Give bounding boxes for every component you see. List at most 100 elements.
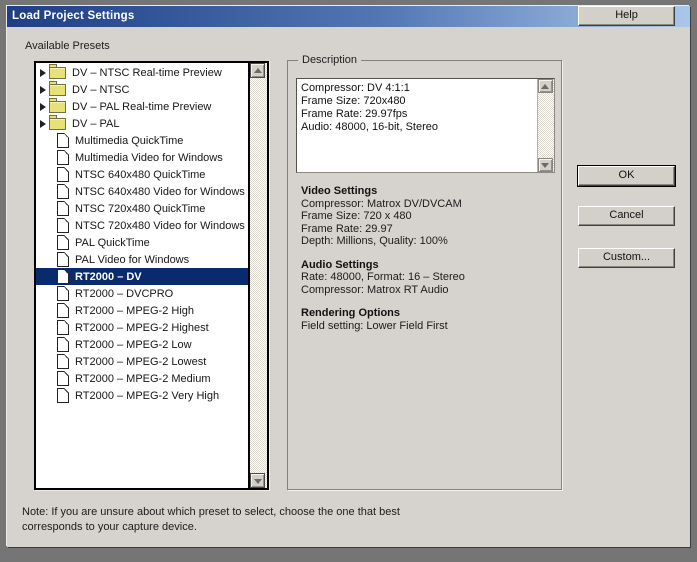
preset-item-label: PAL Video for Windows bbox=[75, 254, 189, 266]
file-icon bbox=[57, 269, 69, 284]
description-legend: Description bbox=[298, 54, 361, 66]
load-project-settings-dialog: Load Project Settings Available Presets … bbox=[7, 6, 690, 547]
preset-item[interactable]: RT2000 – DV bbox=[36, 268, 248, 285]
arrow-up-icon bbox=[254, 68, 262, 73]
settings-section: Video SettingsCompressor: Matrox DV/DVCA… bbox=[301, 185, 553, 248]
list-scrollbar[interactable] bbox=[248, 63, 267, 488]
preset-item-label: DV – NTSC bbox=[72, 84, 129, 96]
file-icon bbox=[57, 184, 69, 199]
preset-item-label: NTSC 720x480 QuickTime bbox=[75, 203, 205, 215]
scroll-down-button[interactable] bbox=[250, 473, 265, 488]
preset-item-label: RT2000 – DV bbox=[75, 271, 142, 283]
preset-item[interactable]: NTSC 640x480 QuickTime bbox=[36, 166, 248, 183]
section-heading: Rendering Options bbox=[301, 307, 553, 320]
preset-item-label: RT2000 – MPEG-2 Low bbox=[75, 339, 192, 351]
section-line: Frame Rate: 29.97 bbox=[301, 223, 553, 236]
preset-item[interactable]: NTSC 640x480 Video for Windows bbox=[36, 183, 248, 200]
preset-item[interactable]: DV – NTSC Real-time Preview bbox=[36, 64, 248, 81]
description-line: Frame Rate: 29.97fps bbox=[301, 108, 536, 121]
scroll-up-button[interactable] bbox=[250, 63, 265, 78]
preset-list: DV – NTSC Real-time Preview DV – NTSC DV –… bbox=[34, 61, 269, 490]
help-button[interactable]: Help bbox=[578, 6, 675, 26]
preset-item[interactable]: RT2000 – MPEG-2 Low bbox=[36, 336, 248, 353]
triangle-right-icon[interactable] bbox=[40, 86, 46, 94]
desc-scroll-up-button[interactable] bbox=[538, 79, 553, 93]
preset-item-label: NTSC 640x480 QuickTime bbox=[75, 169, 205, 181]
section-heading: Audio Settings bbox=[301, 259, 553, 272]
ok-button[interactable]: OK bbox=[578, 166, 675, 186]
description-textbox: Compressor: DV 4:1:1Frame Size: 720x480F… bbox=[296, 78, 555, 173]
section-line: Field setting: Lower Field First bbox=[301, 320, 553, 333]
file-icon bbox=[57, 167, 69, 182]
file-icon bbox=[57, 337, 69, 352]
triangle-right-icon[interactable] bbox=[40, 120, 46, 128]
custom-button[interactable]: Custom... bbox=[578, 248, 675, 268]
preset-item-label: DV – PAL Real-time Preview bbox=[72, 101, 211, 113]
preset-item[interactable]: RT2000 – MPEG-2 Medium bbox=[36, 370, 248, 387]
file-icon bbox=[57, 235, 69, 250]
preset-item[interactable]: RT2000 – MPEG-2 High bbox=[36, 302, 248, 319]
preset-item-label: RT2000 – MPEG-2 Very High bbox=[75, 390, 219, 402]
section-line: Compressor: Matrox RT Audio bbox=[301, 284, 553, 297]
folder-icon bbox=[49, 67, 66, 79]
description-summary: Compressor: DV 4:1:1Frame Size: 720x480F… bbox=[301, 82, 536, 134]
folder-icon bbox=[49, 101, 66, 113]
arrow-down-icon bbox=[254, 479, 262, 484]
preset-item-label: RT2000 – DVCPRO bbox=[75, 288, 173, 300]
preset-item[interactable]: DV – NTSC bbox=[36, 81, 248, 98]
preset-item[interactable]: NTSC 720x480 QuickTime bbox=[36, 200, 248, 217]
preset-item-label: RT2000 – MPEG-2 Highest bbox=[75, 322, 209, 334]
preset-item[interactable]: NTSC 720x480 Video for Windows bbox=[36, 217, 248, 234]
section-heading: Video Settings bbox=[301, 185, 553, 198]
file-icon bbox=[57, 150, 69, 165]
file-icon bbox=[57, 354, 69, 369]
folder-icon bbox=[49, 118, 66, 130]
preset-item[interactable]: Multimedia QuickTime bbox=[36, 132, 248, 149]
settings-section: Rendering OptionsField setting: Lower Fi… bbox=[301, 307, 553, 332]
preset-item-label: DV – NTSC Real-time Preview bbox=[72, 67, 222, 79]
description-line: Compressor: DV 4:1:1 bbox=[301, 82, 536, 95]
file-icon bbox=[57, 371, 69, 386]
preset-item[interactable]: RT2000 – MPEG-2 Very High bbox=[36, 387, 248, 404]
file-icon bbox=[57, 218, 69, 233]
preset-item-label: Multimedia Video for Windows bbox=[75, 152, 223, 164]
arrow-down-icon bbox=[541, 163, 549, 168]
preset-item[interactable]: RT2000 – MPEG-2 Lowest bbox=[36, 353, 248, 370]
file-icon bbox=[57, 388, 69, 403]
section-line: Rate: 48000, Format: 16 – Stereo bbox=[301, 271, 553, 284]
preset-item[interactable]: RT2000 – MPEG-2 Highest bbox=[36, 319, 248, 336]
triangle-right-icon[interactable] bbox=[40, 69, 46, 77]
preset-item[interactable]: RT2000 – DVCPRO bbox=[36, 285, 248, 302]
preset-item[interactable]: PAL QuickTime bbox=[36, 234, 248, 251]
description-line: Frame Size: 720x480 bbox=[301, 95, 536, 108]
preset-item[interactable]: DV – PAL Real-time Preview bbox=[36, 98, 248, 115]
preset-item-label: PAL QuickTime bbox=[75, 237, 150, 249]
window-title: Load Project Settings bbox=[12, 10, 134, 22]
preset-item-label: RT2000 – MPEG-2 Medium bbox=[75, 373, 211, 385]
description-scrollbar[interactable] bbox=[537, 79, 554, 172]
preset-rows: DV – NTSC Real-time Preview DV – NTSC DV –… bbox=[36, 63, 248, 488]
available-presets-label: Available Presets bbox=[25, 40, 110, 52]
preset-item-label: Multimedia QuickTime bbox=[75, 135, 183, 147]
cancel-button[interactable]: Cancel bbox=[578, 206, 675, 226]
note-text: Note: If you are unsure about which pres… bbox=[22, 505, 462, 535]
preset-item[interactable]: Multimedia Video for Windows bbox=[36, 149, 248, 166]
description-group: Description Compressor: DV 4:1:1Frame Si… bbox=[287, 60, 562, 490]
dialog-frame: Load Project Settings Available Presets … bbox=[0, 0, 697, 562]
section-line: Compressor: Matrox DV/DVCAM bbox=[301, 198, 553, 211]
file-icon bbox=[57, 201, 69, 216]
file-icon bbox=[57, 303, 69, 318]
preset-item[interactable]: DV – PAL bbox=[36, 115, 248, 132]
triangle-right-icon[interactable] bbox=[40, 103, 46, 111]
preset-item-label: RT2000 – MPEG-2 Lowest bbox=[75, 356, 206, 368]
settings-sections: Video SettingsCompressor: Matrox DV/DVCA… bbox=[301, 185, 553, 343]
file-icon bbox=[57, 320, 69, 335]
settings-section: Audio SettingsRate: 48000, Format: 16 – … bbox=[301, 259, 553, 297]
preset-item-label: RT2000 – MPEG-2 High bbox=[75, 305, 194, 317]
arrow-up-icon bbox=[541, 84, 549, 89]
file-icon bbox=[57, 286, 69, 301]
preset-item[interactable]: PAL Video for Windows bbox=[36, 251, 248, 268]
desc-scroll-down-button[interactable] bbox=[538, 158, 553, 172]
folder-icon bbox=[49, 84, 66, 96]
file-icon bbox=[57, 133, 69, 148]
